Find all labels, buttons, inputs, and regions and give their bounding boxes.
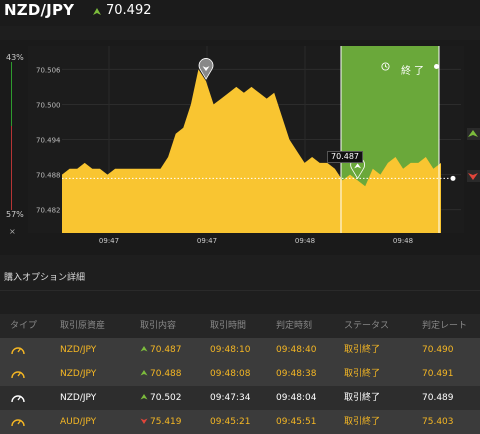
judge-time-cell-text: 09:48:38: [276, 369, 317, 379]
col-header-asset: 取引原資産: [60, 321, 106, 331]
content-cell: 70.487: [140, 338, 182, 362]
y-tick-label: 70.500: [36, 101, 61, 109]
status-cell-text: 取引終了: [344, 393, 381, 403]
y-tick-label: 70.488: [36, 172, 61, 180]
time-cell: 09:48:08: [210, 362, 250, 386]
judge-time-cell: 09:45:51: [276, 410, 316, 434]
price-chart[interactable]: 70.506 70.500 70.494 70.488 70.482 09:47 09:47…: [0, 0, 480, 260]
judge-rate-cell-text: 70.491: [422, 369, 454, 379]
time-cell-text: 09:47:34: [210, 393, 251, 403]
status-cell-text: 取引終了: [344, 369, 381, 379]
asset-cell-text: NZD/JPY: [60, 393, 97, 403]
asset-cell: NZD/JPY: [60, 386, 96, 410]
content-cell-text: 70.502: [150, 393, 182, 403]
judge-rate-cell: 70.489: [422, 386, 454, 410]
col-header-time: 取引時間: [210, 321, 247, 331]
x-tick-label: 09:47: [99, 237, 119, 245]
content-cell: 75.419: [140, 410, 182, 434]
judge-time-cell: 09:48:04: [276, 386, 316, 410]
time-cell-text: 09:45:21: [210, 417, 251, 427]
y-tick-label: 70.494: [36, 137, 61, 145]
content-cell-text: 70.487: [150, 345, 182, 355]
asset-cell: NZD/JPY: [60, 362, 96, 386]
expiry-handle[interactable]: [434, 64, 439, 69]
asset-cell: AUD/JPY: [60, 410, 96, 434]
x-tick-label: 09:48: [393, 237, 413, 245]
up-arrow-icon: [140, 346, 148, 352]
judge-time-cell-text: 09:45:51: [276, 417, 317, 427]
judge-rate-cell-text: 75.403: [422, 417, 454, 427]
gauge-icon: [10, 386, 26, 410]
content-cell-text: 75.419: [150, 417, 182, 427]
judge-time-cell: 09:48:40: [276, 338, 316, 362]
up-arrow-icon: [140, 370, 148, 376]
current-price-dot: [450, 175, 456, 181]
gauge-bottom-percent: 57%: [6, 210, 24, 219]
gauge-icon: [10, 410, 26, 434]
table-row[interactable]: NZD/JPY 70.502 09:47:34 09:48:04 取引終了 70.489: [0, 386, 480, 410]
table-row[interactable]: NZD/JPY 70.488 09:48:08 09:48:38 取引終了 70.491: [0, 362, 480, 386]
time-cell-text: 09:48:08: [210, 369, 251, 379]
gauge-low-bar: [11, 126, 12, 210]
content-cell: 70.488: [140, 362, 182, 386]
status-cell-text: 取引終了: [344, 417, 381, 427]
status-cell: 取引終了: [344, 362, 380, 386]
content-cell-text: 70.488: [150, 369, 182, 379]
col-header-judge-time: 判定時刻: [276, 321, 313, 331]
judge-rate-cell-text: 70.490: [422, 345, 454, 355]
status-cell: 取引終了: [344, 410, 380, 434]
judge-time-cell-text: 09:48:04: [276, 393, 317, 403]
table-row[interactable]: NZD/JPY 70.487 09:48:10 09:48:40 取引終了 70.490: [0, 338, 480, 362]
asset-cell-text: NZD/JPY: [60, 369, 97, 379]
table-row[interactable]: AUD/JPY 75.419 09:45:21 09:45:51 取引終了 75.403: [0, 410, 480, 434]
section-divider: [0, 290, 480, 291]
asset-cell-text: NZD/JPY: [60, 345, 97, 355]
low-side-button[interactable]: [467, 170, 480, 182]
col-header-type: タイプ: [10, 321, 38, 331]
col-header-status: ステータス: [344, 321, 390, 331]
judge-rate-cell-text: 70.489: [422, 393, 454, 403]
x-tick-label: 09:47: [197, 237, 217, 245]
col-header-content: 取引内容: [140, 321, 177, 331]
trading-app: NZD/JPY 70.492 70.506 70.500 70.494 70.488 7…: [0, 0, 480, 434]
section-title: 購入オプション詳細: [4, 273, 86, 283]
gauge-high-bar: [11, 62, 12, 126]
content-cell: 70.502: [140, 386, 182, 410]
expiry-label: 終了: [401, 66, 427, 77]
time-cell-text: 09:48:10: [210, 345, 251, 355]
gauge-icon: [10, 362, 26, 386]
time-cell: 09:47:34: [210, 386, 250, 410]
col-header-judge-rate: 判定レート: [422, 321, 468, 331]
y-tick-label: 70.482: [36, 207, 61, 215]
y-tick-label: 70.506: [36, 66, 61, 74]
current-price-tag: 70.487: [327, 151, 363, 163]
x-tick-label: 09:48: [295, 237, 315, 245]
up-arrow-icon: [140, 394, 148, 400]
time-cell: 09:48:10: [210, 338, 250, 362]
judge-rate-cell: 75.403: [422, 410, 454, 434]
gauge-icon: [10, 338, 26, 362]
judge-rate-cell: 70.490: [422, 338, 454, 362]
time-cell: 09:45:21: [210, 410, 250, 434]
judge-time-cell: 09:48:38: [276, 362, 316, 386]
asset-cell: NZD/JPY: [60, 338, 96, 362]
status-cell-text: 取引終了: [344, 345, 381, 355]
status-cell: 取引終了: [344, 386, 380, 410]
status-cell: 取引終了: [344, 338, 380, 362]
asset-cell-text: AUD/JPY: [60, 417, 97, 427]
high-side-button[interactable]: [467, 128, 480, 140]
clock-icon: [381, 62, 390, 71]
gauge-top-percent: 43%: [6, 53, 24, 62]
table-header-row: タイプ 取引原資産 取引内容 取引時間 判定時刻 ステータス 判定レート: [0, 314, 480, 338]
judge-rate-cell: 70.491: [422, 362, 454, 386]
down-arrow-icon: [140, 418, 148, 424]
judge-time-cell-text: 09:48:40: [276, 345, 317, 355]
close-icon[interactable]: ×: [9, 227, 16, 236]
